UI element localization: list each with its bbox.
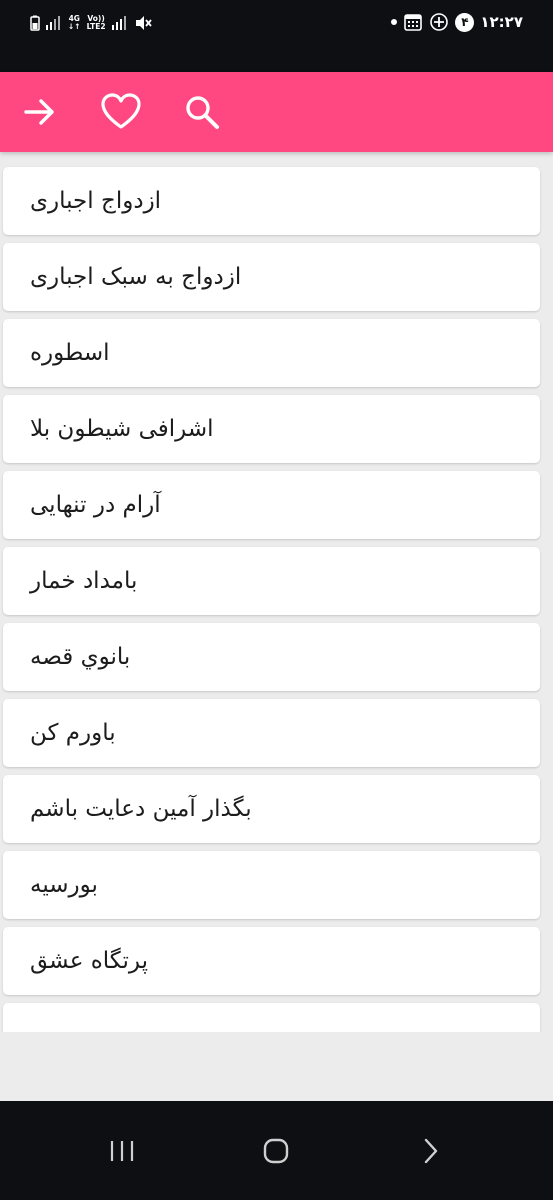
list-item-label: بگذار آمین دعایت باشم	[30, 796, 252, 822]
notification-count-badge: ۴	[455, 12, 475, 32]
list-item-partial[interactable]	[3, 1003, 540, 1032]
list-item[interactable]: پرتگاه عشق	[3, 927, 540, 995]
arrow-right-icon	[24, 99, 54, 125]
data-arrows-icon: ↓↑	[68, 22, 81, 31]
list-item-label: بامداد خمار	[30, 568, 138, 594]
calendar-icon	[404, 14, 423, 31]
list-item[interactable]: ازدواج به سبک اجباری	[3, 243, 540, 311]
list-item[interactable]: ازدواج اجباری	[3, 167, 540, 235]
list-item[interactable]: بامداد خمار	[3, 547, 540, 615]
list-item[interactable]: بانوي قصه	[3, 623, 540, 691]
lte-label: LTE2	[86, 22, 106, 31]
back-nav-button[interactable]	[401, 1129, 461, 1173]
volte-indicator: Vo)) LTE2	[87, 15, 106, 31]
list-item-label: بورسیه	[30, 872, 98, 898]
list-item-label: پرتگاه عشق	[30, 948, 148, 974]
signal-2-icon	[111, 16, 126, 30]
list-item-label: آرام در تنهایی	[30, 492, 161, 518]
search-button[interactable]	[180, 90, 224, 134]
status-left-icons: 4G ↓↑ Vo)) LTE2	[30, 12, 152, 34]
list-item-label: باورم کن	[30, 720, 116, 746]
back-icon	[424, 1138, 438, 1164]
notification-dot-icon	[391, 19, 398, 25]
list-item-label: اشرافی شیطون بلا	[30, 416, 214, 442]
add-circle-icon	[430, 13, 449, 31]
network-type: 4G ↓↑	[68, 15, 81, 31]
back-button[interactable]	[18, 90, 62, 134]
home-icon	[263, 1138, 289, 1164]
status-bar: 4G ↓↑ Vo)) LTE2 ۴ ۱۲:۲۷	[0, 0, 553, 72]
list-item-label: بانوي قصه	[30, 644, 131, 670]
list-item[interactable]: اشرافی شیطون بلا	[3, 395, 540, 463]
list-item-label: ازدواج به سبک اجباری	[30, 264, 242, 290]
status-right-icons: ۴ ۱۲:۲۷	[391, 11, 523, 33]
battery-saver-icon	[30, 15, 40, 31]
list-item[interactable]: بگذار آمین دعایت باشم	[3, 775, 540, 843]
list-item[interactable]: اسطوره	[3, 319, 540, 387]
story-list[interactable]: ازدواج اجباری ازدواج به سبک اجباری اسطوره ا…	[0, 152, 553, 1032]
search-icon	[186, 96, 219, 129]
list-item-label: اسطوره	[30, 340, 110, 366]
list-item[interactable]: آرام در تنهایی	[3, 471, 540, 539]
recent-apps-button[interactable]	[92, 1129, 152, 1173]
navigation-bar	[0, 1101, 553, 1200]
clock: ۱۲:۲۷	[480, 13, 523, 31]
list-item-label: ازدواج اجباری	[30, 188, 162, 214]
mute-icon	[135, 16, 152, 30]
favorites-button[interactable]	[99, 90, 143, 134]
recent-apps-icon	[110, 1141, 134, 1161]
heart-icon	[101, 93, 141, 129]
signal-icon	[46, 16, 60, 30]
app-bar	[0, 72, 553, 152]
home-button[interactable]	[246, 1129, 306, 1173]
list-item[interactable]: بورسیه	[3, 851, 540, 919]
list-item[interactable]: باورم کن	[3, 699, 540, 767]
